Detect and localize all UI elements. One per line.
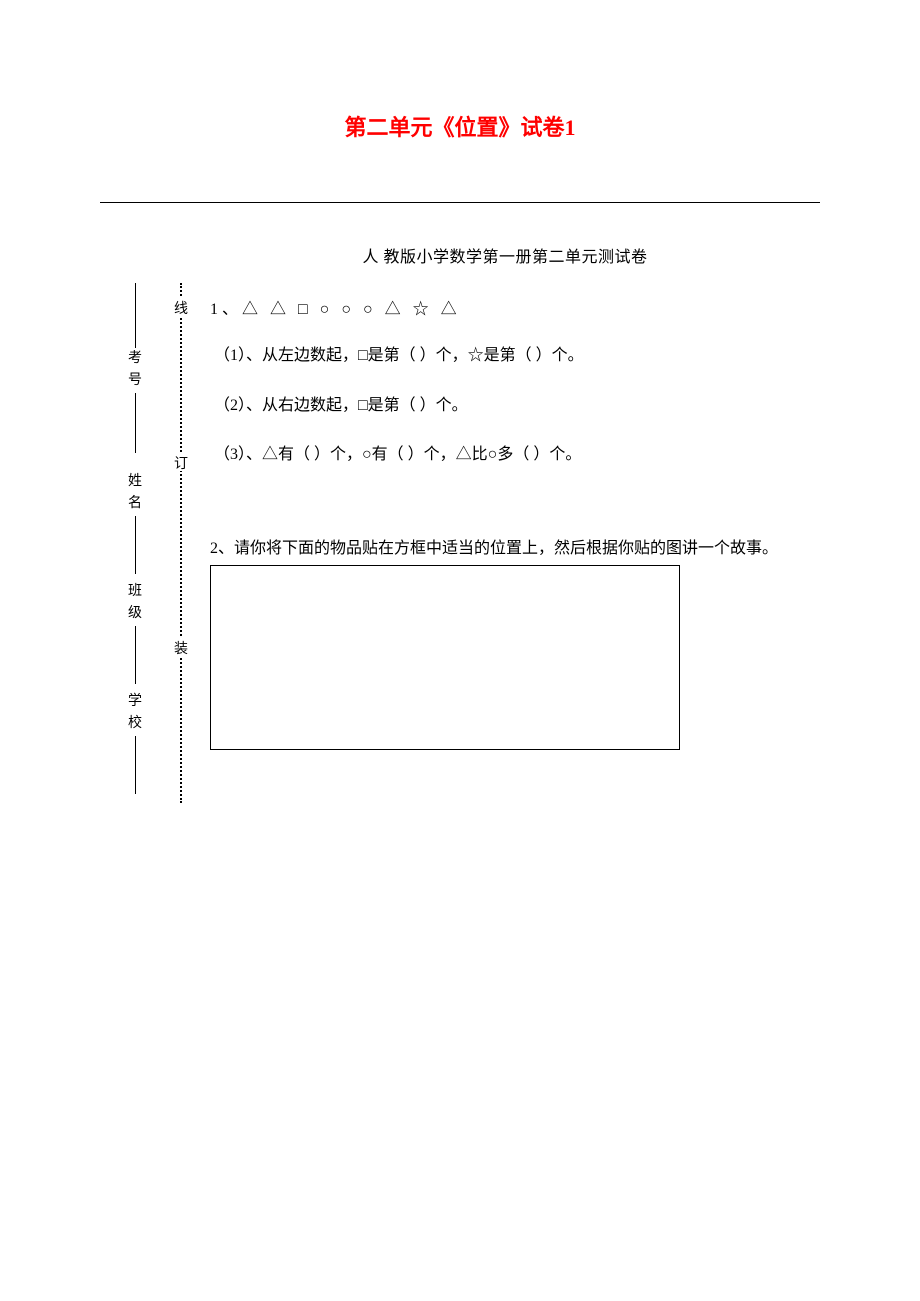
binding-margin: 线 订 装 考 号 姓名 班级 学校 [100,243,200,803]
q1-shapes-row: 1、△ △ □ ○ ○ ○ △ ☆ △ [210,295,800,319]
q1-shapes: △ △ □ ○ ○ ○ △ ☆ △ [242,301,461,318]
label-exam-no: 考 号 [128,348,142,393]
binding-seg-class: 班级 [128,581,142,684]
main-content: 人 教版小学数学第一册第二单元测试卷 1、△ △ □ ○ ○ ○ △ ☆ △ （… [210,243,800,750]
binding-seg-school: 学校 [128,691,142,794]
binding-char-xian: 线 [174,298,188,318]
binding-char-ding: 订 [174,453,188,473]
q1-number: 1、 [210,301,242,318]
q2-answer-box [210,565,680,750]
binding-dotted-line [180,283,182,803]
q1-sub2: （2）、从右边数起，□是第（ ）个。 [214,393,800,419]
label-class: 班级 [128,581,142,626]
content-wrapper: 线 订 装 考 号 姓名 班级 学校 人 教版小学数学第一册第二单元测试卷 1、… [100,243,820,750]
divider [100,202,820,203]
binding-char-zhuang: 装 [174,638,188,658]
subtitle: 人 教版小学数学第一册第二单元测试卷 [210,243,800,267]
binding-seg-name: 姓名 [128,471,142,574]
q1-sub1: （1）、从左边数起，□是第（ ）个，☆是第（ ）个。 [214,343,800,369]
document-title: 第二单元《位置》试卷1 [0,110,920,142]
q2-text: 2、请你将下面的物品贴在方框中适当的位置上，然后根据你贴的图讲一个故事。 [210,536,800,562]
label-school: 学校 [128,691,142,736]
q1-sub3: （3）、△有（ ）个，○有（ ）个，△比○多（ ）个。 [214,442,800,468]
binding-seg-examno: 考 号 [128,283,142,453]
label-name: 姓名 [128,471,142,516]
q2-block: 2、请你将下面的物品贴在方框中适当的位置上，然后根据你贴的图讲一个故事。 [210,536,800,751]
